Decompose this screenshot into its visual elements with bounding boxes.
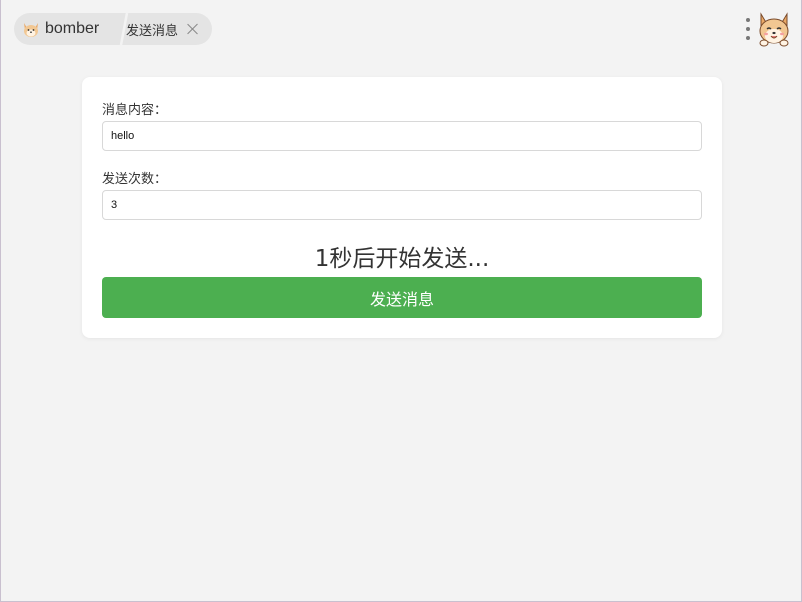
send-message-button[interactable]: 发送消息 bbox=[102, 277, 702, 318]
tab-label: 发送消息 bbox=[126, 23, 179, 39]
count-label: 发送次数： bbox=[102, 172, 168, 187]
countdown-status: 1秒后开始发送... bbox=[314, 246, 490, 272]
avatar[interactable] bbox=[755, 10, 793, 48]
close-icon[interactable] bbox=[187, 23, 199, 35]
shiba-dog-icon bbox=[24, 23, 38, 37]
tab-app-home[interactable]: bomber bbox=[14, 13, 124, 45]
app-name: bomber bbox=[45, 20, 100, 37]
message-input[interactable] bbox=[102, 121, 702, 151]
app-window: bomber 发送消息 消息内容： 发送次数： 1秒后开始发送... 发送消息 bbox=[1, 0, 801, 601]
count-input[interactable] bbox=[102, 190, 702, 220]
more-vertical-icon[interactable] bbox=[743, 16, 753, 42]
send-form-card: 消息内容： 发送次数： 1秒后开始发送... 发送消息 bbox=[82, 77, 722, 338]
message-label: 消息内容： bbox=[102, 103, 168, 118]
tab-bar: bomber 发送消息 bbox=[14, 13, 212, 45]
tab-send-message[interactable]: 发送消息 bbox=[126, 13, 212, 45]
